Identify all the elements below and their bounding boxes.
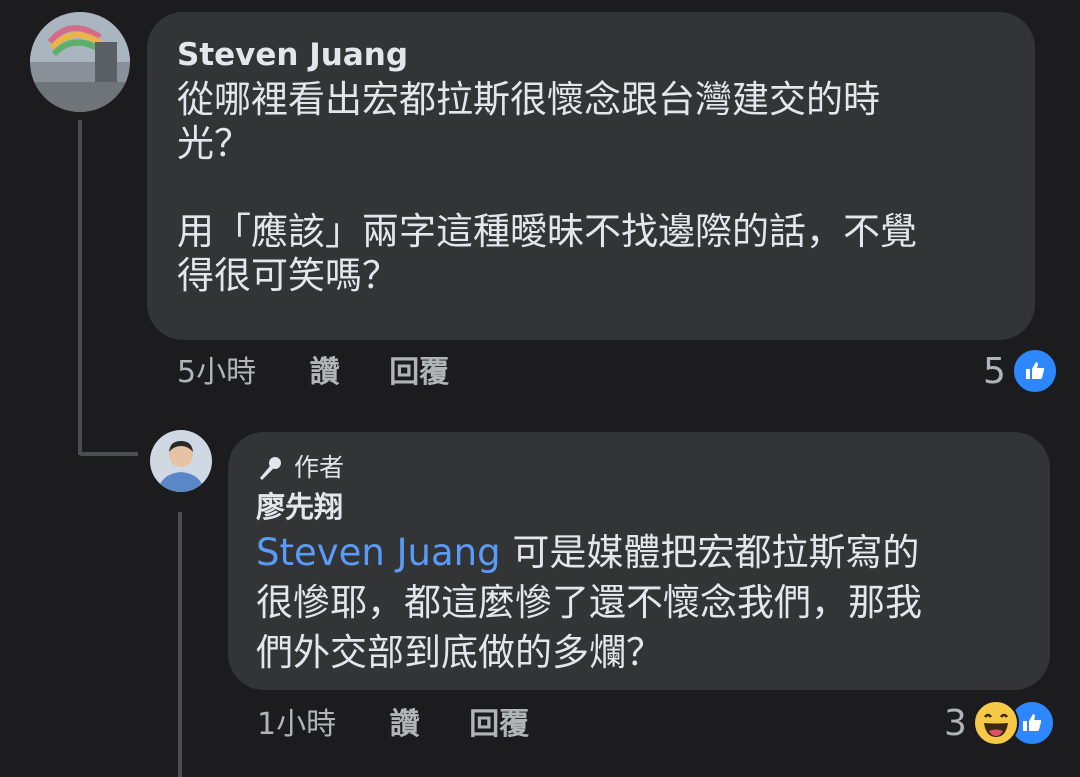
comment-text: 從哪裡看出宏都拉斯很懷念跟台灣建交的時 光？ 用「應該」兩字這種曖昧不找邊際的話… bbox=[177, 78, 1005, 298]
reply-reaction-count: 3 bbox=[944, 702, 967, 744]
like-icon-glyph bbox=[1025, 362, 1045, 379]
thread-line-branch bbox=[78, 452, 138, 456]
comment-reactions[interactable]: 5 bbox=[983, 348, 1058, 394]
comment-bubble: Steven Juang 從哪裡看出宏都拉斯很懷念跟台灣建交的時 光？ 用「應該… bbox=[147, 12, 1035, 340]
reply-avatar[interactable] bbox=[150, 430, 212, 492]
comment-text-line: 用「應該」兩字這種曖昧不找邊際的話，不覺 bbox=[177, 210, 917, 253]
comment-reply-button[interactable]: 回覆 bbox=[389, 355, 449, 391]
comment-avatar[interactable] bbox=[30, 12, 130, 112]
comment-author-name[interactable]: Steven Juang bbox=[177, 36, 1005, 74]
author-badge: 作者 bbox=[256, 452, 1022, 484]
author-badge-label: 作者 bbox=[294, 453, 345, 482]
like-icon bbox=[1011, 348, 1058, 394]
comment-timestamp[interactable]: 5小時 bbox=[177, 355, 256, 391]
reply-reply-button[interactable]: 回覆 bbox=[469, 707, 529, 743]
comment-meta: 5小時 讚 回覆 bbox=[177, 355, 449, 391]
reply-like-button[interactable]: 讚 bbox=[390, 707, 420, 743]
reply-meta: 1小時 讚 回覆 bbox=[257, 707, 529, 743]
reply-text-segment: 可是媒體把宏都拉斯寫的 bbox=[500, 531, 920, 574]
comment-text-line: 從哪裡看出宏都拉斯很懷念跟台灣建交的時 bbox=[177, 78, 880, 121]
thread-line-reply bbox=[178, 512, 182, 777]
comment-avatar-image bbox=[30, 12, 130, 112]
reply-text-line: Steven Juang 可是媒體把宏都拉斯寫的 bbox=[256, 528, 1022, 578]
comment-text-spacer bbox=[177, 166, 1005, 210]
reply-timestamp[interactable]: 1小時 bbox=[257, 707, 336, 743]
comment-reaction-count: 5 bbox=[983, 350, 1006, 392]
reply-text-line: 們外交部到底做的多爛？ bbox=[256, 631, 663, 674]
comment-text-line: 光？ bbox=[177, 122, 251, 165]
reply-bubble: 作者 廖先翔 Steven Juang 可是媒體把宏都拉斯寫的 很慘耶，都這麼慘… bbox=[228, 432, 1050, 690]
haha-icon-glyph bbox=[983, 713, 1008, 737]
reply-avatar-image bbox=[150, 430, 212, 492]
reply-reactions[interactable]: 3 bbox=[944, 700, 1055, 746]
comment-like-button[interactable]: 讚 bbox=[310, 355, 340, 391]
comment-text-line: 得很可笑嗎？ bbox=[177, 254, 399, 297]
mention-link[interactable]: Steven Juang bbox=[256, 531, 501, 574]
reply-author-name[interactable]: 廖先翔 bbox=[256, 488, 1022, 526]
microphone-icon bbox=[260, 457, 281, 480]
reply-text-line: 很慘耶，都這麼慘了還不懷念我們，那我 bbox=[256, 581, 922, 624]
reply-text: Steven Juang 可是媒體把宏都拉斯寫的 很慘耶，都這麼慘了還不懷念我們… bbox=[256, 528, 1022, 678]
thread-line-main bbox=[78, 120, 82, 455]
like-icon-glyph bbox=[1022, 714, 1042, 731]
haha-icon bbox=[972, 700, 1019, 746]
